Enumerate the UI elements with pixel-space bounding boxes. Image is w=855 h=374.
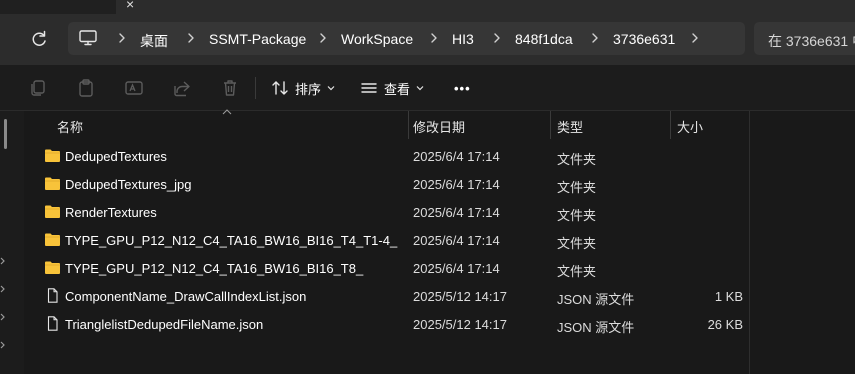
toolbar-separator bbox=[255, 77, 256, 99]
breadcrumb-chevron-icon[interactable] bbox=[590, 31, 600, 45]
file-size: 1 KB bbox=[714, 289, 743, 304]
more-options-button[interactable]: ••• bbox=[454, 77, 471, 99]
column-divider[interactable] bbox=[670, 111, 671, 139]
breadcrumb-item[interactable]: 桌面 bbox=[140, 31, 168, 51]
search-box[interactable]: 在 3736e631 中 bbox=[754, 22, 855, 55]
breadcrumb-item[interactable]: HI3 bbox=[452, 31, 474, 47]
file-row[interactable]: DedupedTextures_jpg 2025/6/4 17:14 文件夹 bbox=[24, 170, 855, 198]
share-icon[interactable] bbox=[172, 78, 192, 98]
address-row: 桌面 SSMT-Package WorkSpace HI3 848f1dca 3736e6… bbox=[0, 14, 855, 65]
file-modified: 2025/5/12 14:17 bbox=[413, 289, 507, 304]
file-type: 文件夹 bbox=[557, 152, 597, 167]
file-name: TrianglelistDedupedFileName.json bbox=[65, 317, 264, 332]
file-row[interactable]: TYPE_GPU_P12_N12_C4_TA16_BW16_BI16_T4_T1… bbox=[24, 226, 855, 254]
chevron-down-icon bbox=[416, 86, 424, 91]
column-divider[interactable] bbox=[408, 111, 409, 139]
file-name: TYPE_GPU_P12_N12_C4_TA16_BW16_BI16_T8_ bbox=[65, 261, 364, 276]
paste-icon[interactable] bbox=[76, 78, 96, 98]
sort-button[interactable]: 排序 bbox=[271, 77, 335, 99]
file-modified: 2025/6/4 17:14 bbox=[413, 177, 500, 192]
file-icon bbox=[47, 316, 58, 331]
breadcrumb-item[interactable]: WorkSpace bbox=[341, 31, 413, 47]
column-size[interactable]: 大小 bbox=[677, 117, 703, 136]
chevron-down-icon bbox=[327, 86, 335, 91]
folder-icon bbox=[45, 149, 60, 162]
copy-icon[interactable] bbox=[28, 78, 48, 98]
breadcrumb-item[interactable]: SSMT-Package bbox=[209, 31, 306, 47]
more-icon: ••• bbox=[454, 80, 471, 96]
file-row[interactable]: TrianglelistDedupedFileName.json 2025/5/1… bbox=[24, 310, 855, 338]
title-strip: × bbox=[0, 0, 855, 14]
breadcrumb-chevron-icon[interactable] bbox=[690, 31, 700, 45]
breadcrumb-chevron-icon[interactable] bbox=[492, 31, 502, 45]
breadcrumb-chevron-icon[interactable] bbox=[186, 31, 196, 45]
file-row[interactable]: DedupedTextures 2025/6/4 17:14 文件夹 bbox=[24, 142, 855, 170]
file-name: DedupedTextures bbox=[65, 149, 167, 164]
folder-icon bbox=[45, 177, 60, 190]
file-modified: 2025/6/4 17:14 bbox=[413, 233, 500, 248]
file-modified: 2025/5/12 14:17 bbox=[413, 317, 507, 332]
column-divider[interactable] bbox=[550, 111, 551, 139]
tab-close-icon[interactable]: × bbox=[126, 0, 134, 12]
folder-icon bbox=[45, 205, 60, 218]
file-icon bbox=[47, 288, 58, 303]
file-list: 名称 修改日期 类型 大小 DedupedTextures 2025/6/4 17… bbox=[24, 109, 855, 374]
file-type: 文件夹 bbox=[557, 208, 597, 223]
column-name[interactable]: 名称 bbox=[57, 117, 83, 136]
search-placeholder: 在 3736e631 中 bbox=[768, 33, 855, 49]
column-header-row: 名称 修改日期 类型 大小 bbox=[24, 109, 855, 139]
file-modified: 2025/6/4 17:14 bbox=[413, 261, 500, 276]
view-button[interactable]: 查看 bbox=[360, 77, 424, 99]
file-type: JSON 源文件 bbox=[557, 320, 635, 335]
file-type: 文件夹 bbox=[557, 236, 597, 251]
sort-icon bbox=[272, 81, 288, 95]
view-icon bbox=[361, 83, 377, 93]
file-type: 文件夹 bbox=[557, 264, 597, 279]
folder-icon bbox=[45, 261, 60, 274]
breadcrumb-chevron-icon[interactable] bbox=[429, 31, 439, 45]
this-pc-icon[interactable] bbox=[79, 30, 97, 46]
delete-icon[interactable] bbox=[220, 78, 240, 98]
breadcrumb-chevron-icon[interactable] bbox=[117, 31, 127, 45]
file-name: RenderTextures bbox=[65, 205, 157, 220]
file-modified: 2025/6/4 17:14 bbox=[413, 149, 500, 164]
file-modified: 2025/6/4 17:14 bbox=[413, 205, 500, 220]
sort-label: 排序 bbox=[295, 81, 322, 97]
expand-chevron-icon[interactable] bbox=[0, 313, 6, 321]
expand-chevron-icon[interactable] bbox=[0, 257, 6, 265]
file-name: DedupedTextures_jpg bbox=[65, 177, 192, 192]
file-size: 26 KB bbox=[707, 317, 743, 332]
address-bar[interactable]: 桌面 SSMT-Package WorkSpace HI3 848f1dca 3736e6… bbox=[68, 22, 745, 55]
active-tab[interactable]: × bbox=[116, 0, 855, 14]
file-type: JSON 源文件 bbox=[557, 292, 635, 307]
file-name: TYPE_GPU_P12_N12_C4_TA16_BW16_BI16_T4_T1… bbox=[65, 233, 398, 248]
breadcrumb-chevron-icon[interactable] bbox=[318, 31, 328, 45]
column-modified[interactable]: 修改日期 bbox=[413, 117, 465, 136]
command-bar: 排序 查看 ••• bbox=[0, 65, 855, 111]
view-label: 查看 bbox=[384, 81, 411, 97]
folder-icon bbox=[45, 233, 60, 246]
breadcrumb-item[interactable]: 3736e631 bbox=[613, 31, 675, 47]
file-row[interactable]: ComponentName_DrawCallIndexList.json 2025… bbox=[24, 282, 855, 310]
file-type: 文件夹 bbox=[557, 180, 597, 195]
file-name: ComponentName_DrawCallIndexList.json bbox=[65, 289, 307, 304]
file-row[interactable]: TYPE_GPU_P12_N12_C4_TA16_BW16_BI16_T8_ 20… bbox=[24, 254, 855, 282]
expand-chevron-icon[interactable] bbox=[0, 341, 6, 349]
navigation-pane[interactable] bbox=[0, 111, 12, 374]
pane-divider bbox=[749, 111, 750, 374]
file-row[interactable]: RenderTextures 2025/6/4 17:14 文件夹 bbox=[24, 198, 855, 226]
rename-icon[interactable] bbox=[124, 78, 144, 98]
column-type[interactable]: 类型 bbox=[557, 117, 583, 136]
nav-scrollbar-thumb[interactable] bbox=[4, 119, 7, 149]
refresh-icon[interactable] bbox=[28, 28, 50, 50]
breadcrumb-item[interactable]: 848f1dca bbox=[515, 31, 573, 47]
sort-caret-icon bbox=[222, 109, 232, 115]
expand-chevron-icon[interactable] bbox=[0, 285, 6, 293]
